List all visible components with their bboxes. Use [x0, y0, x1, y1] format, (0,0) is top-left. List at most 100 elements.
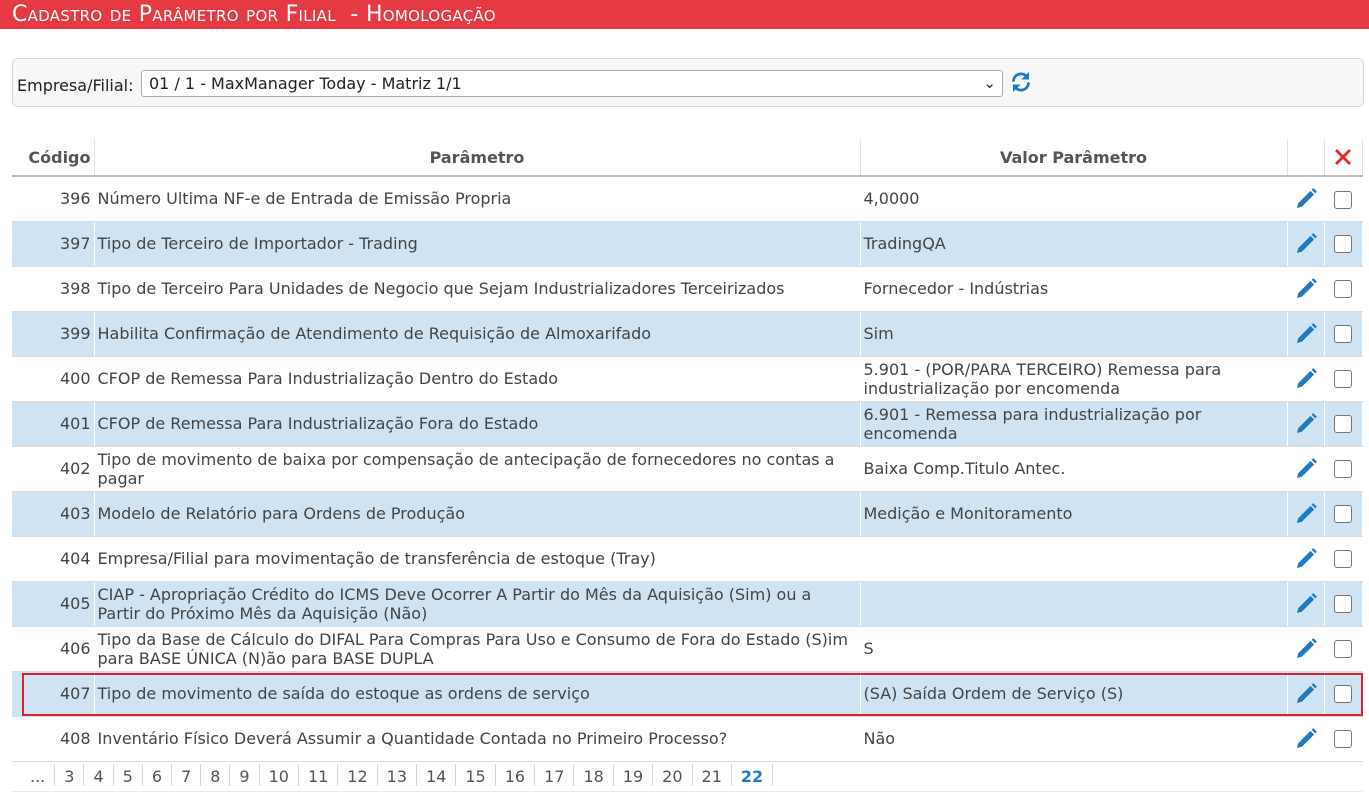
- row-select-checkbox-cell[interactable]: [1324, 536, 1363, 582]
- row-select-checkbox[interactable]: [1334, 730, 1352, 749]
- table-row[interactable]: 404 Empresa/Filial para movimentação de t…: [12, 536, 1363, 582]
- column-header-param[interactable]: Parâmetro: [94, 139, 861, 177]
- edit-button[interactable]: [1287, 221, 1325, 267]
- cell-code: 397: [12, 221, 95, 267]
- row-select-checkbox-cell[interactable]: [1324, 446, 1363, 492]
- pencil-icon[interactable]: [1294, 637, 1318, 661]
- cell-param: CFOP de Remessa Para Industrialização De…: [94, 356, 861, 402]
- page-link[interactable]: 9: [230, 764, 260, 786]
- row-select-checkbox-cell[interactable]: [1324, 266, 1363, 312]
- row-select-checkbox[interactable]: [1334, 415, 1352, 434]
- pencil-icon[interactable]: [1294, 322, 1318, 346]
- row-select-checkbox[interactable]: [1334, 235, 1352, 254]
- table-row[interactable]: 401 CFOP de Remessa Para Industrialização…: [12, 401, 1363, 447]
- cell-code: 401: [12, 401, 95, 447]
- page-link[interactable]: 8: [201, 764, 231, 786]
- row-select-checkbox[interactable]: [1334, 190, 1352, 209]
- row-select-checkbox-cell[interactable]: [1324, 401, 1363, 447]
- row-select-checkbox-cell[interactable]: [1324, 176, 1363, 222]
- page-link[interactable]: 21: [693, 764, 732, 786]
- cell-param: Habilita Confirmação de Atendimento de R…: [94, 311, 861, 357]
- pencil-icon[interactable]: [1294, 187, 1318, 211]
- page-link[interactable]: 19: [614, 764, 654, 786]
- page-link[interactable]: 7: [172, 764, 202, 786]
- table-row[interactable]: 408 Inventário Físico Deverá Assumir a Qu…: [12, 716, 1363, 762]
- table-row[interactable]: 403 Modelo de Relatório para Ordens de Pr…: [12, 491, 1363, 537]
- page-link[interactable]: 15: [456, 764, 496, 786]
- pencil-icon[interactable]: [1294, 367, 1318, 391]
- edit-button[interactable]: [1287, 626, 1325, 672]
- company-branch-select[interactable]: 01 / 1 - MaxManager Today - Matriz 1/1 ⌄: [141, 70, 1003, 97]
- edit-button[interactable]: [1287, 716, 1325, 762]
- edit-button[interactable]: [1287, 671, 1325, 717]
- page-link[interactable]: 3: [55, 764, 85, 786]
- column-header-delete: [1324, 139, 1363, 177]
- row-select-checkbox[interactable]: [1334, 595, 1352, 614]
- table-row[interactable]: 405 CIAP - Apropriação Crédito do ICMS De…: [12, 581, 1363, 627]
- pencil-icon[interactable]: [1294, 547, 1318, 571]
- page-link[interactable]: 12: [338, 764, 378, 786]
- edit-button[interactable]: [1287, 491, 1325, 537]
- pencil-icon[interactable]: [1294, 502, 1318, 526]
- row-select-checkbox[interactable]: [1334, 460, 1352, 479]
- table-row[interactable]: 400 CFOP de Remessa Para Industrialização…: [12, 356, 1363, 402]
- column-header-value[interactable]: Valor Parâmetro: [860, 139, 1288, 177]
- row-select-checkbox[interactable]: [1334, 505, 1352, 524]
- page-link[interactable]: 17: [535, 764, 575, 786]
- table-row[interactable]: 398 Tipo de Terceiro Para Unidades de Neg…: [12, 266, 1363, 312]
- pencil-icon[interactable]: [1294, 232, 1318, 256]
- pencil-icon[interactable]: [1294, 592, 1318, 616]
- page-link[interactable]: 18: [574, 764, 614, 786]
- table-row[interactable]: 402 Tipo de movimento de baixa por compen…: [12, 446, 1363, 492]
- page-link[interactable]: 6: [143, 764, 173, 786]
- page-link[interactable]: ...: [12, 764, 56, 786]
- pencil-icon[interactable]: [1294, 682, 1318, 706]
- page-link[interactable]: 10: [260, 764, 299, 786]
- table-row[interactable]: 407 Tipo de movimento de saída do estoque…: [12, 671, 1363, 717]
- page-link[interactable]: 20: [653, 764, 693, 786]
- table-row[interactable]: 406 Tipo da Base de Cálculo do DIFAL Para…: [12, 626, 1363, 672]
- table-row[interactable]: 399 Habilita Confirmação de Atendimento d…: [12, 311, 1363, 357]
- row-select-checkbox-cell[interactable]: [1324, 356, 1363, 402]
- pencil-icon[interactable]: [1294, 412, 1318, 436]
- table-row[interactable]: 396 Número Ultima NF-e de Entrada de Emis…: [12, 176, 1363, 222]
- page-link[interactable]: 13: [378, 764, 418, 786]
- cell-param: Tipo de movimento de baixa por compensaç…: [94, 446, 861, 492]
- cell-param: CFOP de Remessa Para Industrialização Fo…: [94, 401, 861, 447]
- row-select-checkbox-cell[interactable]: [1324, 671, 1363, 717]
- edit-button[interactable]: [1287, 356, 1325, 402]
- page-link[interactable]: 4: [84, 764, 114, 786]
- pencil-icon[interactable]: [1294, 457, 1318, 481]
- edit-button[interactable]: [1287, 401, 1325, 447]
- edit-button[interactable]: [1287, 176, 1325, 222]
- edit-button[interactable]: [1287, 446, 1325, 492]
- edit-button[interactable]: [1287, 266, 1325, 312]
- row-select-checkbox[interactable]: [1334, 280, 1352, 299]
- edit-button[interactable]: [1287, 536, 1325, 582]
- cell-param: Tipo da Base de Cálculo do DIFAL Para Co…: [94, 626, 861, 672]
- row-select-checkbox[interactable]: [1334, 685, 1352, 704]
- pencil-icon[interactable]: [1294, 277, 1318, 301]
- edit-button[interactable]: [1287, 581, 1325, 627]
- page-link[interactable]: 16: [496, 764, 536, 786]
- row-select-checkbox-cell[interactable]: [1324, 311, 1363, 357]
- row-select-checkbox-cell[interactable]: [1324, 716, 1363, 762]
- row-select-checkbox[interactable]: [1334, 640, 1352, 659]
- red-x-icon[interactable]: [1331, 145, 1355, 169]
- row-select-checkbox[interactable]: [1334, 550, 1352, 569]
- row-select-checkbox-cell[interactable]: [1324, 581, 1363, 627]
- row-select-checkbox[interactable]: [1334, 370, 1352, 389]
- page-link[interactable]: 5: [114, 764, 143, 786]
- table-row[interactable]: 397 Tipo de Terceiro de Importador - Trad…: [12, 221, 1363, 267]
- page-link[interactable]: 11: [299, 764, 339, 786]
- page-link[interactable]: 22: [732, 764, 774, 786]
- edit-button[interactable]: [1287, 311, 1325, 357]
- row-select-checkbox[interactable]: [1334, 325, 1352, 344]
- row-select-checkbox-cell[interactable]: [1324, 626, 1363, 672]
- pencil-icon[interactable]: [1294, 727, 1318, 751]
- row-select-checkbox-cell[interactable]: [1324, 221, 1363, 267]
- row-select-checkbox-cell[interactable]: [1324, 491, 1363, 537]
- column-header-code[interactable]: Código: [12, 139, 95, 177]
- refresh-icon[interactable]: [1009, 70, 1033, 94]
- page-link[interactable]: 14: [417, 764, 457, 786]
